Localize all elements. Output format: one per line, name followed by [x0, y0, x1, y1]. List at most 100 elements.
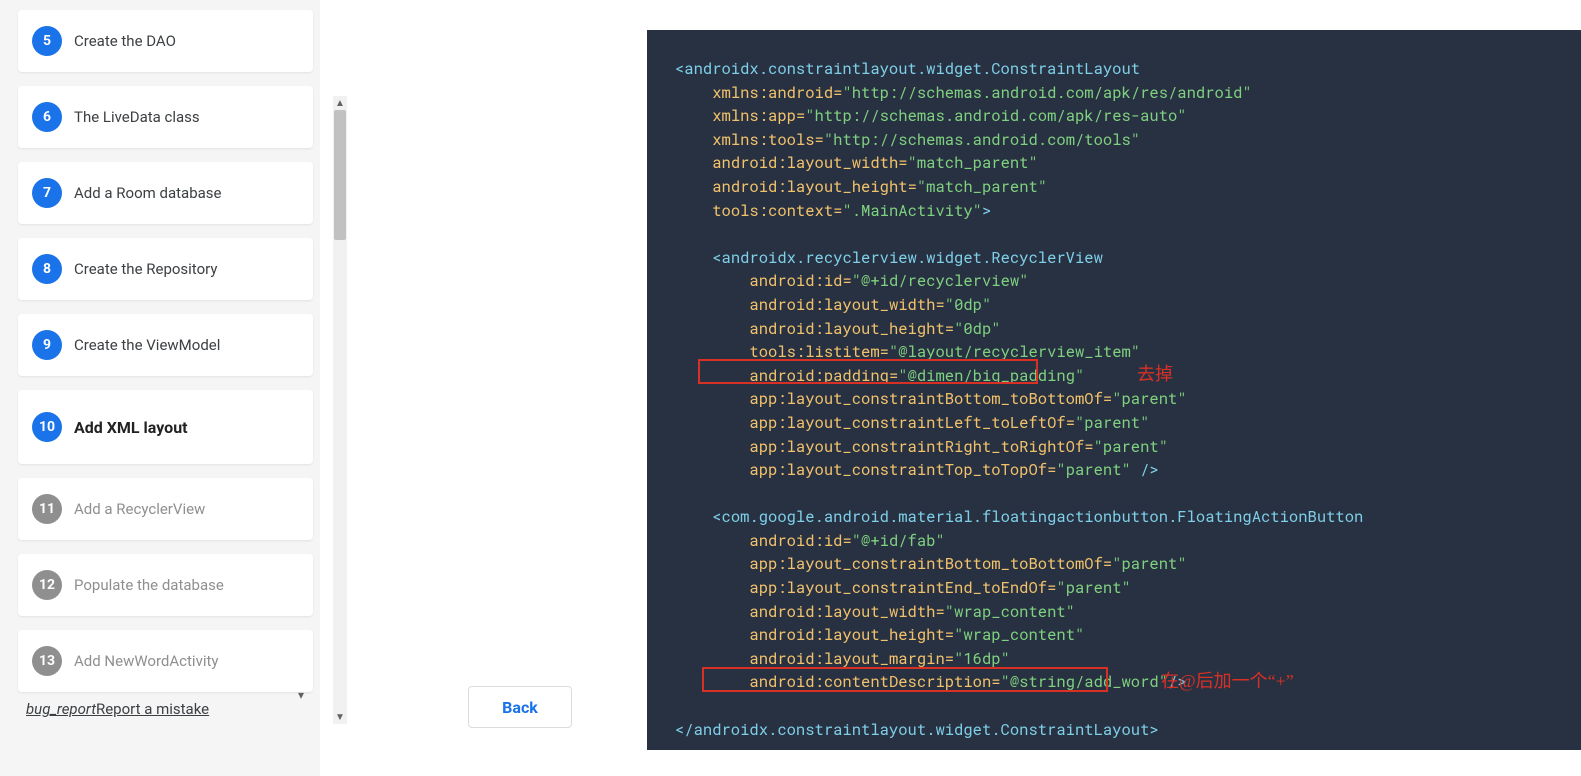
code-block: <androidx.constraintlayout.widget.Constr… [647, 30, 1581, 750]
bug-report-icon-text: bug_report [26, 700, 96, 718]
step-number-badge: 11 [32, 494, 62, 524]
code-tag: /> [1131, 460, 1159, 480]
code-str: "parent" [1056, 460, 1130, 480]
sidebar-item-label: Create the Repository [74, 260, 217, 278]
code-attr: app:layout_constraintBottom_toBottomOf [749, 389, 1102, 409]
sidebar-item-5[interactable]: 5 Create the DAO [18, 10, 313, 72]
sidebar-item-11[interactable]: 11 Add a RecyclerView [18, 478, 313, 540]
scrollbar-down-arrow[interactable]: ▼ [333, 710, 347, 724]
code-str: "parent" [1075, 413, 1149, 433]
code-attr: xmlns:android [712, 83, 833, 103]
code-str: "@string/add_word" [1001, 672, 1168, 692]
sidebar-item-label: Create the ViewModel [74, 336, 220, 354]
back-button[interactable]: Back [468, 686, 572, 728]
code-attr: android:layout_width [749, 602, 935, 622]
code-str: "parent" [1056, 578, 1130, 598]
code-str: "match_parent" [908, 153, 1038, 173]
code-eq: = [1084, 437, 1093, 457]
code-eq: = [1103, 389, 1112, 409]
scrollbar-thumb[interactable] [334, 110, 346, 240]
code-eq: = [815, 130, 824, 150]
sidebar-item-label: The LiveData class [74, 108, 200, 126]
code-eq: = [898, 153, 907, 173]
code-tag: </androidx.constraintlayout.widget.Const… [675, 720, 1159, 740]
chevron-down-icon[interactable]: ▾ [298, 688, 304, 702]
code-tag: <androidx.recyclerview.widget.RecyclerVi… [712, 248, 1103, 268]
step-number-badge: 8 [32, 254, 62, 284]
content-middle: Back [360, 0, 620, 776]
code-str: "http://schemas.android.com/apk/res/andr… [842, 83, 1251, 103]
step-number-badge: 10 [32, 412, 62, 442]
code-str: "parent" [1112, 554, 1186, 574]
code-str: "wrap_content" [954, 625, 1084, 645]
code-eq: = [889, 366, 898, 386]
code-attr: app:layout_constraintEnd_toEndOf [749, 578, 1047, 598]
code-eq: = [935, 295, 944, 315]
code-tag: <androidx.constraintlayout.widget.Constr… [675, 59, 1140, 79]
sidebar-item-label: Add a RecyclerView [74, 500, 205, 518]
code-eq: = [945, 319, 954, 339]
code-str: "@dimen/big_padding" [898, 366, 1084, 386]
code-tag: <com.google.android.material.floatingact… [712, 507, 1363, 527]
code-str: "16dp" [954, 649, 1010, 669]
sidebar-item-label: Add NewWordActivity [74, 652, 219, 670]
code-attr: xmlns:app [712, 106, 796, 126]
code-eq: = [1066, 413, 1075, 433]
sidebar-item-9[interactable]: 9 Create the ViewModel [18, 314, 313, 376]
code-str: ".MainActivity" [842, 201, 982, 221]
code-str: "@+id/fab" [852, 531, 945, 551]
code-attr: app:layout_constraintBottom_toBottomOf [749, 554, 1102, 574]
code-eq: = [991, 672, 1000, 692]
code-attr: android:layout_margin [749, 649, 944, 669]
code-attr: app:layout_constraintRight_toRightOf [749, 437, 1084, 457]
code-str: "parent" [1094, 437, 1168, 457]
report-mistake-row[interactable]: bug_reportReport a mistake [18, 700, 313, 718]
code-attr: android:layout_height [749, 625, 944, 645]
code-eq: = [908, 177, 917, 197]
sidebar-item-6[interactable]: 6 The LiveData class [18, 86, 313, 148]
code-attr: android:layout_height [749, 319, 944, 339]
code-attr: xmlns:tools [712, 130, 814, 150]
code-str: "@+id/recyclerview" [852, 271, 1029, 291]
code-tag: > [982, 201, 991, 221]
sidebar-item-13[interactable]: 13 Add NewWordActivity [18, 630, 313, 692]
annotation-text-1: 去掉 [1137, 363, 1173, 387]
code-attr: android:id [749, 271, 842, 291]
scrollbar-up-arrow[interactable]: ▲ [333, 96, 347, 110]
code-attr: app:layout_constraintLeft_toLeftOf [749, 413, 1065, 433]
code-str: "http://schemas.android.com/apk/res-auto… [805, 106, 1186, 126]
code-eq: = [842, 531, 851, 551]
code-eq: = [1103, 554, 1112, 574]
code-eq: = [796, 106, 805, 126]
code-eq: = [945, 625, 954, 645]
code-eq: = [880, 342, 889, 362]
sidebar-item-label: Add a Room database [74, 184, 222, 202]
annotation-text-2: 在@后加一个“+” [1161, 670, 1294, 694]
code-eq: = [935, 602, 944, 622]
sidebar: 4 5 Create the DAO 6 The LiveData class … [0, 0, 320, 776]
sidebar-item-10[interactable]: 10 Add XML layout [18, 390, 313, 464]
report-mistake-link[interactable]: Report a mistake [96, 700, 209, 718]
code-attr: android:layout_width [749, 295, 935, 315]
code-str: "0dp" [945, 295, 992, 315]
step-number-badge: 12 [32, 570, 62, 600]
code-attr: app:layout_constraintTop_toTopOf [749, 460, 1047, 480]
code-str: "wrap_content" [945, 602, 1075, 622]
code-eq: = [1047, 578, 1056, 598]
sidebar-scrollbar[interactable] [333, 110, 347, 710]
sidebar-item-12[interactable]: 12 Populate the database [18, 554, 313, 616]
step-number-badge: 9 [32, 330, 62, 360]
code-str: "match_parent" [917, 177, 1047, 197]
code-attr: tools:listitem [749, 342, 879, 362]
step-number-badge: 6 [32, 102, 62, 132]
sidebar-item-7[interactable]: 7 Add a Room database [18, 162, 313, 224]
step-number-badge: 5 [32, 26, 62, 56]
watermark-text: https://blog.csdn.net/qq_42772612 [1360, 756, 1575, 772]
code-str: "http://schemas.android.com/tools" [824, 130, 1140, 150]
code-str: "0dp" [954, 319, 1001, 339]
sidebar-item-8[interactable]: 8 Create the Repository [18, 238, 313, 300]
step-number-badge: 13 [32, 646, 62, 676]
sidebar-item-label: Populate the database [74, 576, 224, 594]
code-eq: = [945, 649, 954, 669]
sidebar-item-label: Add XML layout [74, 418, 188, 437]
